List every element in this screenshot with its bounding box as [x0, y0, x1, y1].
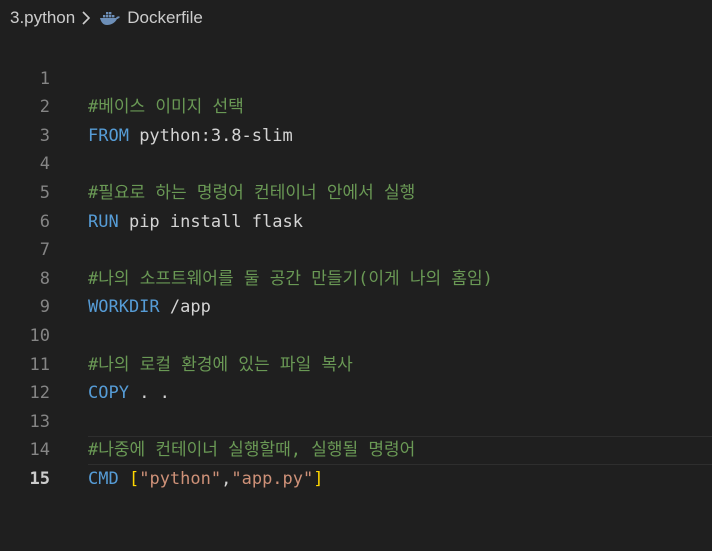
code-line[interactable]: 11 COPY . .	[0, 322, 712, 404]
code-line[interactable]: 7 #나의 소프트웨어를 둘 공간 만들기(이게 나의 홈임)	[0, 208, 712, 289]
breadcrumb-file[interactable]: Dockerfile	[127, 8, 203, 28]
code-line[interactable]: 5 RUN pip install flask	[0, 150, 712, 232]
chevron-right-icon	[81, 9, 91, 27]
code-line[interactable]: 9	[0, 265, 712, 317]
keyword: CMD	[88, 468, 119, 489]
code-line[interactable]: 8 WORKDIR /app	[0, 236, 712, 318]
open-bracket: [	[128, 468, 140, 489]
code-line[interactable]: 14 CMD ["python","app.py"]	[0, 408, 712, 489]
code-line-current[interactable]: 15	[0, 436, 712, 489]
code-line[interactable]: 1 #베이스 이미지 선택	[0, 36, 712, 118]
code-line[interactable]: 10 #나의 로컬 환경에 있는 파일 복사	[0, 293, 712, 375]
code-line[interactable]: 6	[0, 179, 712, 232]
string-literal: "app.py"	[231, 468, 314, 489]
close-bracket: ]	[313, 468, 324, 489]
docker-whale-icon	[99, 9, 121, 27]
string-literal: "python"	[139, 468, 222, 489]
line-content[interactable]: CMD ["python","app.py"]	[88, 465, 324, 494]
line-number: 15	[29, 468, 50, 489]
comma: ,	[221, 468, 232, 489]
code-line[interactable]: 13 #나중에 컨테이너 실행할때, 실행될 명령어	[0, 379, 712, 461]
breadcrumb: 3.python Dockerfile	[0, 0, 712, 36]
code-line[interactable]: 3	[0, 93, 712, 146]
code-line[interactable]: 2 FROM python:3.8-slim	[0, 65, 712, 146]
breadcrumb-folder[interactable]: 3.python	[10, 8, 75, 28]
code-editor[interactable]: 1 #베이스 이미지 선택 2 FROM python:3.8-slim 3 4…	[0, 36, 712, 489]
code-line[interactable]: 12	[0, 351, 712, 403]
code-line[interactable]: 4 #필요로 하는 명령어 컨테이너 안에서 실행	[0, 122, 712, 203]
